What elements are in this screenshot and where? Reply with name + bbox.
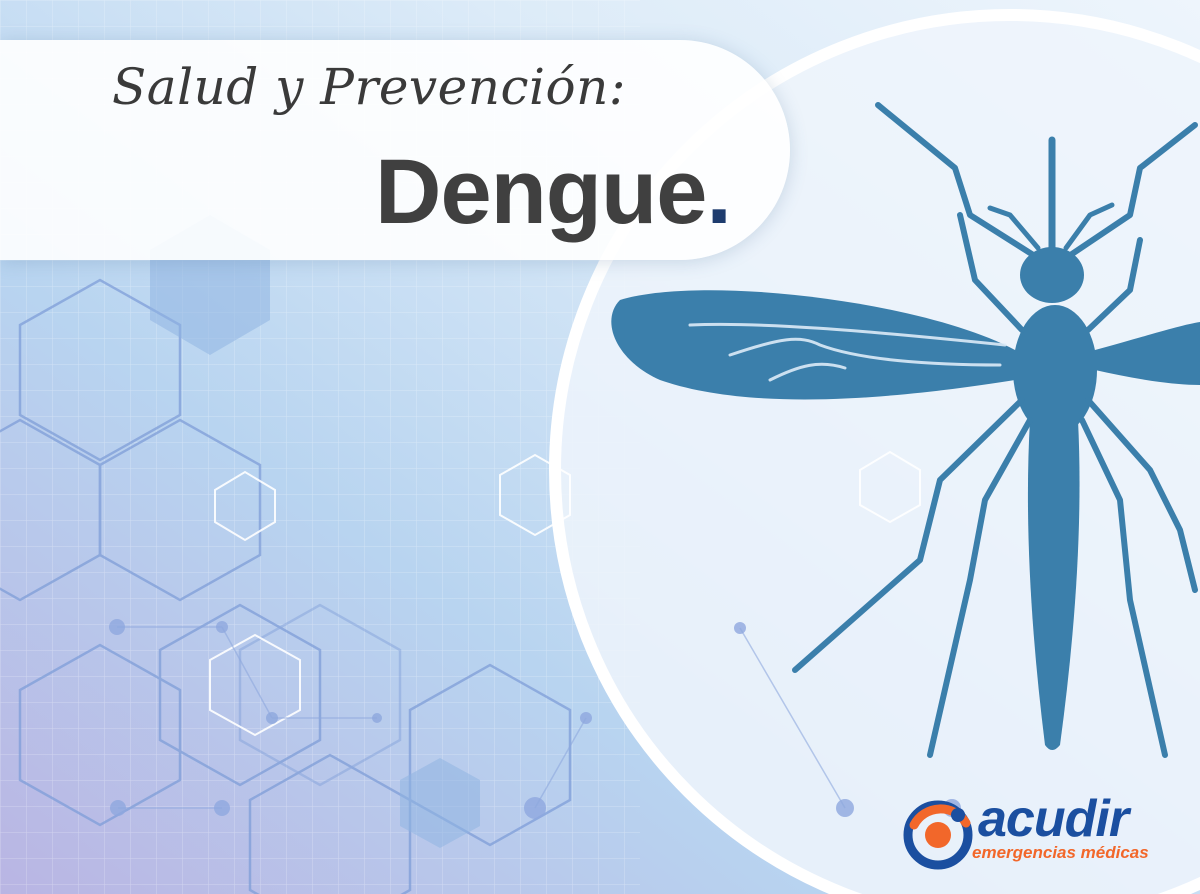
subtitle: Salud y Prevención: [112,58,627,116]
mosquito-illustration [611,102,1200,758]
logo-mark-icon [903,800,973,870]
acudir-logo: acudir emergencias médicas [900,790,1180,875]
logo-name: acudir [978,790,1129,848]
logo-tagline: emergencias médicas [972,843,1149,862]
